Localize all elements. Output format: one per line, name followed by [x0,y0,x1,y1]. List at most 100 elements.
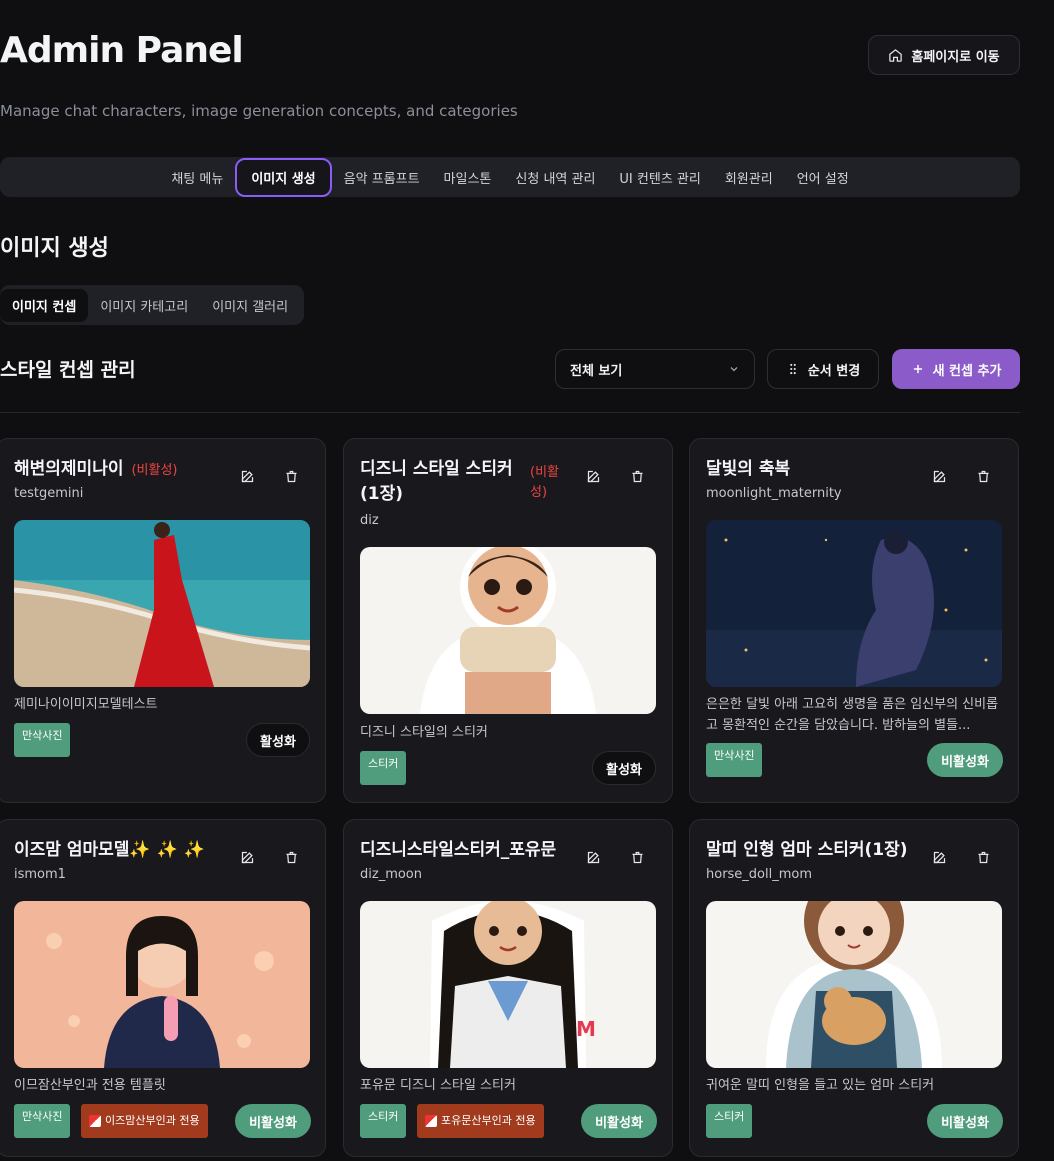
card-image [14,520,310,687]
hospital-badge: 포유문산부인과 전용 [417,1104,544,1138]
card-title: 디즈니 스타일 스티커 (1장) [360,459,513,504]
nav-item-image[interactable]: 이미지 생성 [235,157,332,197]
chevron-down-icon [730,367,738,372]
hospital-label: 이즈맘산부인과 전용 [105,1114,200,1127]
card-title-text: 해변의제미나이 [14,459,124,479]
edit-icon [933,851,945,863]
card-title: 디즈니스타일스티커_포유문 [360,840,557,860]
section-title: 이미지 생성 [0,236,109,261]
subtab-gallery[interactable]: 이미지 갤러리 [200,289,300,322]
hospital-icon [425,1115,437,1127]
concept-card: 달빛의 축복 moonlight_maternity 은은한 달빛 아래 고요히… [689,438,1019,803]
subtab-concept[interactable]: 이미지 컨셉 [0,288,89,322]
nav-item-language[interactable]: 언어 설정 [785,160,861,195]
delete-button[interactable] [281,847,301,867]
delete-button[interactable] [627,466,647,486]
edit-button[interactable] [237,466,257,486]
horse-doll-sticker-image [706,901,1002,1068]
divider [0,412,1020,413]
main-nav: 채팅 메뉴 이미지 생성 음악 프롬프트 마일스톤 신청 내역 관리 UI 컨텐… [0,157,1020,197]
ismom-model-image [14,901,310,1068]
concept-card: 이즈맘 엄마모델✨ ✨ ✨ ismom1 이므잠산부인과 전용 템플릿 만삭사진… [0,819,326,1157]
card-image: M [360,901,656,1068]
card-image [706,520,1002,687]
hospital-icon [89,1115,101,1127]
category-badge: 만삭사진 [14,723,71,757]
card-description: 제미나이이미지모델테스트 [14,697,158,712]
deactivate-button[interactable]: 비활성화 [235,1104,311,1138]
edit-icon [241,851,253,863]
edit-icon [587,851,599,863]
deactivate-button[interactable]: 비활성화 [581,1104,657,1138]
nav-item-milestone[interactable]: 마일스톤 [432,160,504,195]
add-concept-button[interactable]: 새 컨셉 추가 [892,349,1020,389]
svg-text:M: M [576,1017,596,1041]
category-badge: 스티커 [360,1104,407,1138]
edit-button[interactable] [929,466,949,486]
deactivate-button[interactable]: 비활성화 [927,743,1003,777]
card-slug: moonlight_maternity [706,486,842,501]
subtabs: 이미지 컨셉 이미지 카테고리 이미지 갤러리 [0,285,305,325]
edit-button[interactable] [929,847,949,867]
inactive-status: (비활성) [131,463,178,478]
edit-button[interactable] [583,847,603,867]
hospital-badge: 이즈맘산부인과 전용 [81,1104,208,1138]
home-icon [889,48,903,62]
card-description: 귀여운 말띠 인형을 들고 있는 엄마 스티커 [706,1078,935,1093]
activate-button[interactable]: 활성화 [592,751,656,785]
category-badge: 스티커 [360,751,407,785]
card-title: 이즈맘 엄마모델✨ ✨ ✨ [14,840,205,860]
trash-icon [632,851,642,863]
nav-item-chat[interactable]: 채팅 메뉴 [159,160,235,195]
moonlight-image [706,520,1002,687]
filter-select[interactable]: 전체 보기 [555,349,755,389]
concept-card: 디즈니 스타일 스티커 (1장) (비활성) diz 디즈니 스타일의 스티커 … [343,438,673,803]
category-badge: 만삭사진 [706,743,763,777]
category-badge: 만삭사진 [14,1104,71,1138]
nav-item-music[interactable]: 음악 프롬프트 [332,160,432,195]
home-button[interactable]: 홈페이지로 이동 [868,35,1020,75]
page-title: Admin Panel [0,30,244,71]
filter-value: 전체 보기 [570,363,623,379]
concept-card: 해변의제미나이 (비활성) testgemini 제미나이이미지모델테스트 만삭사… [0,438,326,803]
nav-item-ui-content[interactable]: UI 컨텐츠 관리 [607,160,712,195]
concept-card: 말띠 인형 엄마 스티커(1장) horse_doll_mom 귀여운 말띠 인… [689,819,1019,1157]
reorder-label: 순서 변경 [807,363,861,379]
inactive-status: (비활성) [530,465,559,500]
nav-item-members[interactable]: 회원관리 [713,160,785,195]
delete-button[interactable] [973,466,993,486]
card-slug: diz [360,513,379,528]
drag-handle-icon [790,363,796,375]
card-slug: ismom1 [14,867,66,882]
add-concept-label: 새 컨셉 추가 [932,363,1002,379]
trash-icon [286,470,296,482]
trash-icon [632,470,642,482]
card-title: 해변의제미나이 (비활성) [14,457,178,483]
delete-button[interactable] [281,466,301,486]
trash-icon [978,470,988,482]
edit-button[interactable] [237,847,257,867]
concept-card: 디즈니스타일스티커_포유문 diz_moon M 포유문 디즈니 스타일 스티커… [343,819,673,1157]
subtab-category[interactable]: 이미지 카테고리 [88,289,200,322]
edit-button[interactable] [583,466,603,486]
delete-button[interactable] [973,847,993,867]
hospital-label: 포유문산부인과 전용 [441,1114,536,1127]
reorder-button[interactable]: 순서 변경 [767,349,879,389]
card-slug: diz_moon [360,867,422,882]
card-image [706,901,1002,1068]
beach-woman-image [14,520,310,687]
trash-icon [978,851,988,863]
concepts-title: 스타일 컨셉 관리 [0,359,136,381]
card-image [360,547,656,714]
plus-icon [913,364,922,374]
card-slug: horse_doll_mom [706,867,813,882]
disney-sticker-image [360,547,656,714]
card-description: 은은한 달빛 아래 고요히 생명을 품은 임신부의 신비롭고 몽환적인 순간을 … [706,697,999,733]
edit-icon [933,470,945,482]
home-button-label: 홈페이지로 이동 [911,49,1000,65]
nav-item-applications[interactable]: 신청 내역 관리 [503,160,607,195]
delete-button[interactable] [627,847,647,867]
card-title: 말띠 인형 엄마 스티커(1장) [706,840,908,860]
deactivate-button[interactable]: 비활성화 [927,1104,1003,1138]
activate-button[interactable]: 활성화 [246,723,310,757]
